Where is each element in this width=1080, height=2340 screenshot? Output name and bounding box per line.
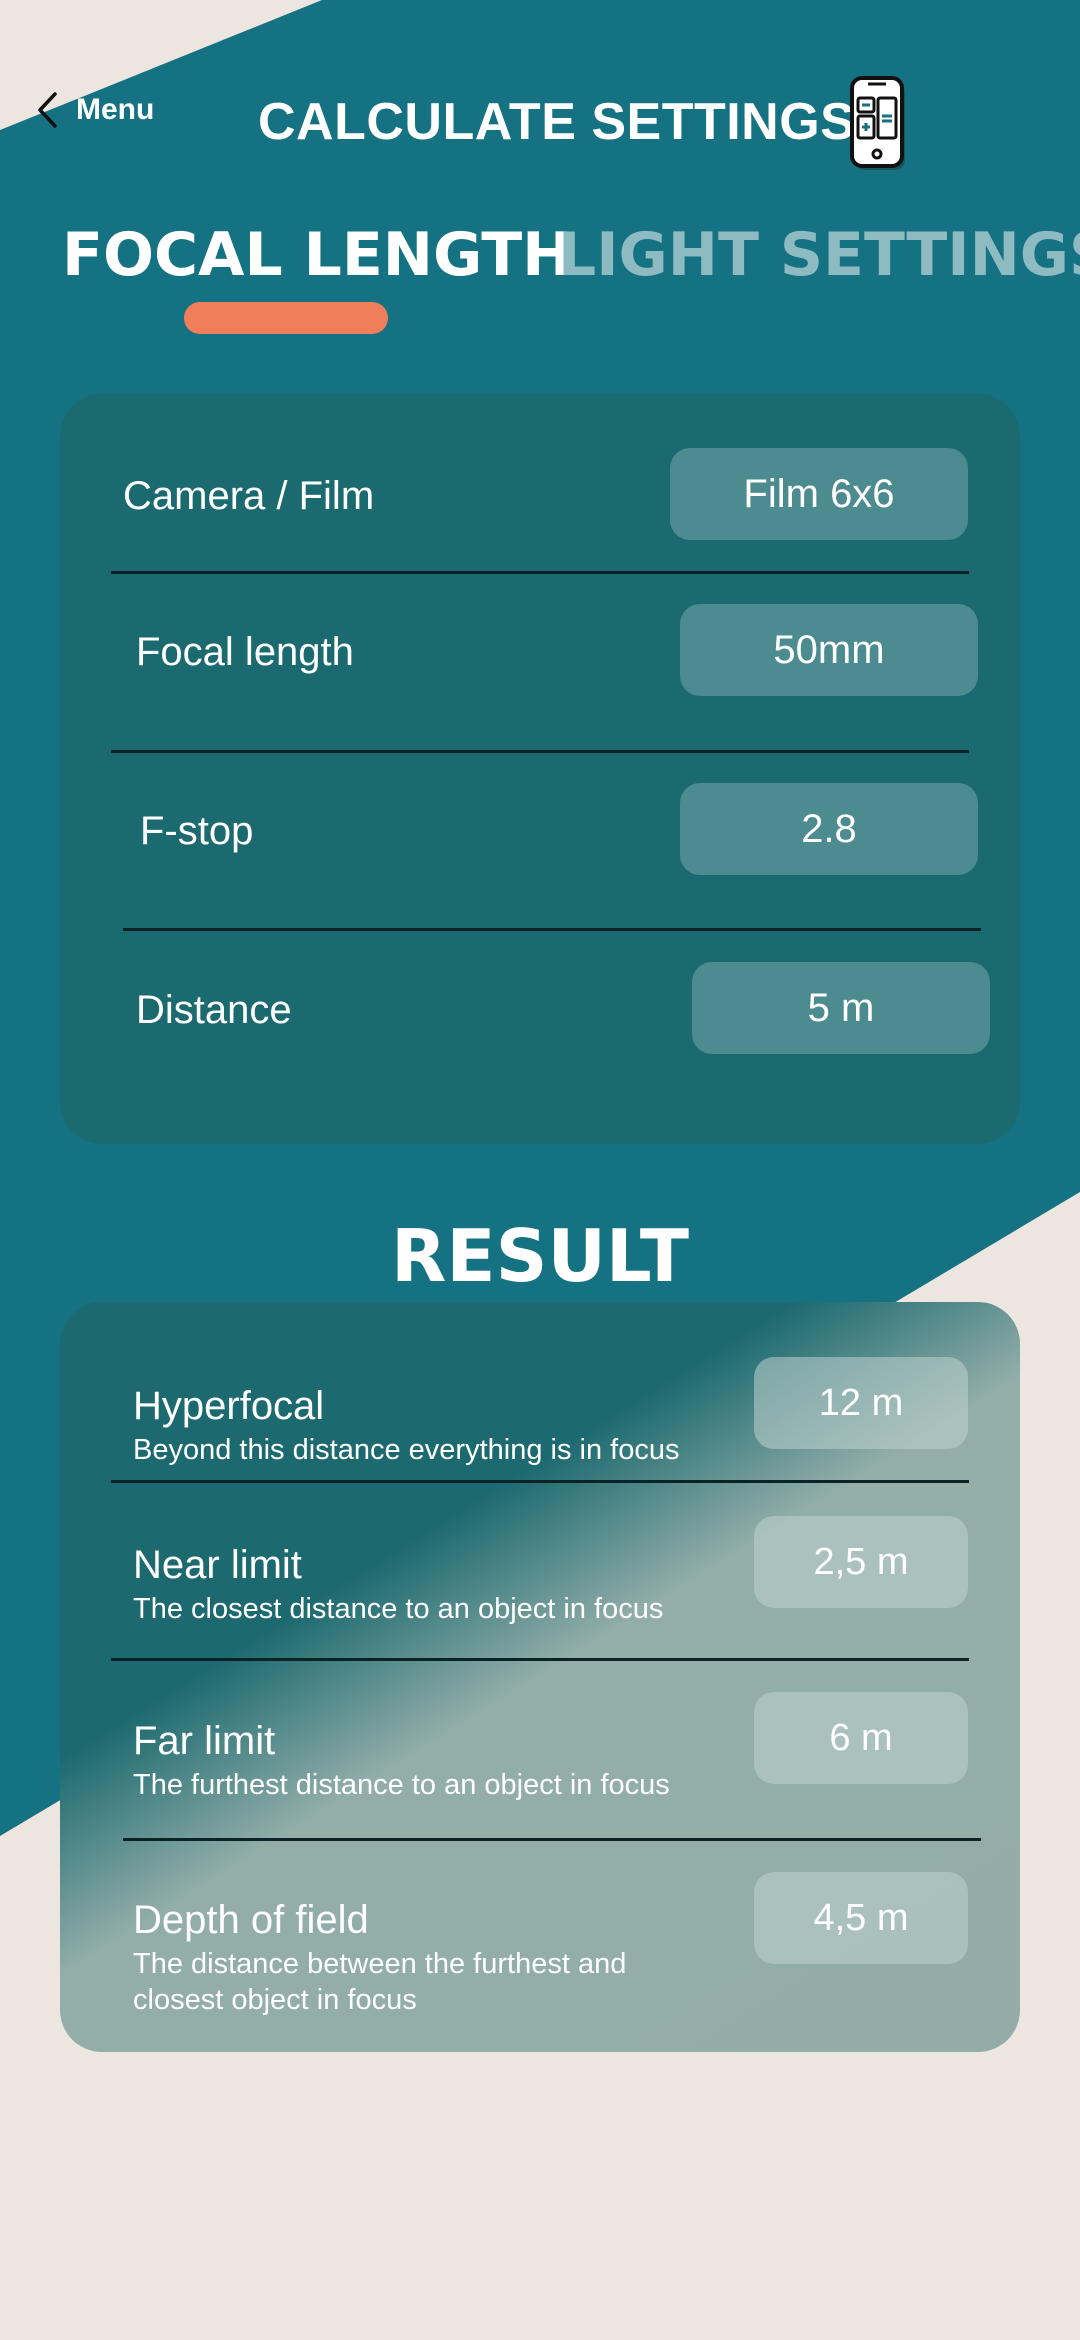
camera-film-select[interactable]: Film 6x6 xyxy=(670,448,968,540)
menu-label: Menu xyxy=(76,93,155,126)
hyperfocal-value: 12 m xyxy=(754,1357,968,1449)
tab-light-settings[interactable]: LIGHT SETTINGS xyxy=(558,220,1080,290)
divider xyxy=(111,1658,969,1661)
f-stop-label: F-stop xyxy=(140,809,254,853)
divider xyxy=(111,1480,969,1483)
divider xyxy=(123,928,981,931)
distance-label: Distance xyxy=(136,988,292,1032)
page-title: CALCULATE SETTINGS xyxy=(258,93,856,151)
far-limit-value: 6 m xyxy=(754,1692,968,1784)
tab-focal-length[interactable]: FOCAL LENGTH xyxy=(62,220,572,290)
result-title: RESULT xyxy=(390,1214,690,1298)
hyperfocal-description: Beyond this distance everything is in fo… xyxy=(133,1434,680,1466)
near-limit-label: Near limit xyxy=(133,1543,302,1587)
near-limit-value: 2,5 m xyxy=(754,1516,968,1608)
divider xyxy=(111,750,969,753)
menu-button[interactable]: Menu xyxy=(36,88,154,132)
depth-of-field-label: Depth of field xyxy=(133,1898,369,1942)
hyperfocal-label: Hyperfocal xyxy=(133,1384,325,1428)
divider xyxy=(123,1838,981,1841)
depth-of-field-description: The distance between the furthest and cl… xyxy=(133,1948,627,2016)
far-limit-description: The furthest distance to an object in fo… xyxy=(133,1769,670,1801)
camera-film-label: Camera / Film xyxy=(123,474,375,518)
calculator-phone-icon xyxy=(850,76,905,170)
depth-of-field-value: 4,5 m xyxy=(754,1872,968,1964)
f-stop-input[interactable]: 2.8 xyxy=(680,783,978,875)
far-limit-label: Far limit xyxy=(133,1719,276,1763)
active-tab-indicator xyxy=(184,302,388,334)
near-limit-description: The closest distance to an object in foc… xyxy=(133,1593,664,1625)
distance-input[interactable]: 5 m xyxy=(692,962,990,1054)
focal-length-label: Focal length xyxy=(136,630,354,674)
focal-length-input[interactable]: 50mm xyxy=(680,604,978,696)
divider xyxy=(111,571,969,574)
chevron-left-icon xyxy=(38,92,57,128)
